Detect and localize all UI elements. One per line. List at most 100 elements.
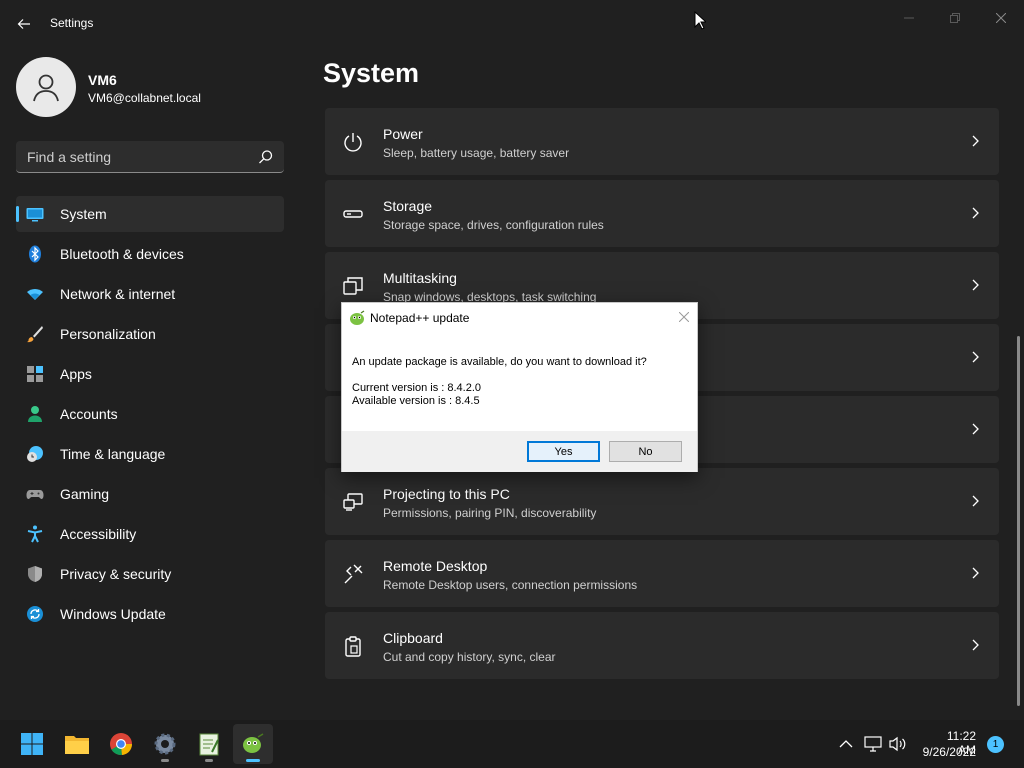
multitasking-icon xyxy=(343,277,363,295)
bluetooth-icon xyxy=(29,245,41,263)
back-arrow-icon xyxy=(17,19,30,29)
profile-name: VM6 xyxy=(88,72,117,88)
network-tray-button[interactable] xyxy=(863,734,883,754)
card-projecting[interactable]: Projecting to this PC Permissions, pairi… xyxy=(325,468,999,535)
title-bar: Settings xyxy=(0,0,1024,48)
power-icon xyxy=(344,133,362,152)
search-icon[interactable] xyxy=(258,149,274,165)
sidebar-item-apps[interactable]: Apps xyxy=(16,356,284,392)
card-remote-desktop[interactable]: Remote Desktop Remote Desktop users, con… xyxy=(325,540,999,607)
sidebar-item-label: System xyxy=(60,206,107,222)
notepad-plus-plus-icon xyxy=(350,310,365,325)
search-input[interactable] xyxy=(16,141,246,172)
close-icon xyxy=(679,312,689,322)
file-explorer-icon xyxy=(65,736,89,754)
sidebar-item-accounts[interactable]: Accounts xyxy=(16,396,284,432)
dialog-message: An update package is available, do you w… xyxy=(352,356,647,368)
sidebar-item-bluetooth[interactable]: Bluetooth & devices xyxy=(16,236,284,272)
back-button[interactable] xyxy=(12,12,36,36)
card-subtitle: Remote Desktop users, connection permiss… xyxy=(383,578,638,592)
sidebar-item-label: Windows Update xyxy=(60,606,166,622)
card-subtitle: Storage space, drives, configuration rul… xyxy=(383,218,604,232)
monitor-icon xyxy=(26,208,44,222)
sidebar-item-label: Gaming xyxy=(60,486,110,502)
taskbar-notepad-plus-plus[interactable] xyxy=(233,724,273,764)
chrome-icon xyxy=(110,733,133,756)
chevron-right-icon xyxy=(972,135,979,147)
sidebar-item-personalization[interactable]: Personalization xyxy=(16,316,284,352)
dialog-close-button[interactable] xyxy=(676,309,692,325)
notepad-icon xyxy=(199,733,219,756)
page-title: System xyxy=(323,58,420,88)
card-subtitle: Cut and copy history, sync, clear xyxy=(383,650,556,664)
mouse-cursor-icon xyxy=(694,11,706,30)
chevron-right-icon xyxy=(972,423,979,435)
show-hidden-icons-button[interactable] xyxy=(836,734,856,754)
chevron-right-icon xyxy=(972,351,979,363)
dialog-footer: Yes No xyxy=(342,431,697,472)
card-title: Storage xyxy=(383,198,433,214)
update-dialog: Notepad++ update An update package is av… xyxy=(341,302,698,472)
notepad-plus-plus-icon xyxy=(243,733,264,753)
taskbar-settings[interactable] xyxy=(145,724,185,764)
card-subtitle: Sleep, battery usage, battery saver xyxy=(383,146,570,160)
user-icon xyxy=(33,74,59,102)
avatar[interactable] xyxy=(16,57,76,117)
apps-icon xyxy=(27,366,43,382)
volume-icon xyxy=(889,736,906,752)
sidebar-item-time-language[interactable]: Time & language xyxy=(16,436,284,472)
card-power[interactable]: Power Sleep, battery usage, battery save… xyxy=(325,108,999,175)
settings-icon xyxy=(154,733,176,755)
yes-button[interactable]: Yes xyxy=(527,441,600,462)
remote-desktop-icon xyxy=(344,564,363,584)
active-indicator xyxy=(246,759,260,762)
sidebar-item-network[interactable]: Network & internet xyxy=(16,276,284,312)
scrollbar[interactable] xyxy=(1017,336,1020,706)
chevron-right-icon xyxy=(972,279,979,291)
start-button[interactable] xyxy=(12,724,52,764)
notification-badge[interactable]: 1 xyxy=(987,736,1004,753)
shield-icon xyxy=(28,566,42,582)
running-indicator xyxy=(161,759,169,762)
volume-tray-button[interactable] xyxy=(888,734,908,754)
sidebar-item-system[interactable]: System xyxy=(16,196,284,232)
no-button[interactable]: No xyxy=(609,441,682,462)
accessibility-icon xyxy=(27,525,43,543)
person-icon xyxy=(28,406,42,422)
search-box[interactable] xyxy=(16,141,284,173)
clock-date[interactable]: 9/26/2022 xyxy=(918,745,976,759)
current-version-text: Current version is : 8.4.2.0 xyxy=(352,382,482,394)
sidebar-item-gaming[interactable]: Gaming xyxy=(16,476,284,512)
taskbar-file-explorer[interactable] xyxy=(57,724,97,764)
sidebar-item-label: Privacy & security xyxy=(60,566,172,582)
taskbar-chrome[interactable] xyxy=(101,724,141,764)
sidebar-item-privacy[interactable]: Privacy & security xyxy=(16,556,284,592)
start-icon xyxy=(21,733,43,755)
chevron-up-icon xyxy=(839,740,853,748)
taskbar xyxy=(0,720,1024,768)
sidebar-item-label: Network & internet xyxy=(60,286,176,302)
storage-icon xyxy=(343,210,363,218)
wifi-icon xyxy=(27,289,43,300)
taskbar-notepad[interactable] xyxy=(189,724,229,764)
sidebar-item-windows-update[interactable]: Windows Update xyxy=(16,596,284,632)
card-title: Clipboard xyxy=(383,630,443,646)
minimize-button[interactable] xyxy=(886,4,932,32)
card-clipboard[interactable]: Clipboard Cut and copy history, sync, cl… xyxy=(325,612,999,679)
chevron-right-icon xyxy=(972,639,979,651)
sidebar-item-accessibility[interactable]: Accessibility xyxy=(16,516,284,552)
available-version-text: Available version is : 8.4.5 xyxy=(352,395,480,407)
sidebar-item-label: Bluetooth & devices xyxy=(60,246,184,262)
projecting-icon xyxy=(343,493,363,511)
window-title: Settings xyxy=(50,16,94,30)
card-storage[interactable]: Storage Storage space, drives, configura… xyxy=(325,180,999,247)
chevron-right-icon xyxy=(972,567,979,579)
close-button[interactable] xyxy=(978,4,1024,32)
restore-button[interactable] xyxy=(932,4,978,32)
network-icon xyxy=(864,736,882,752)
card-title: Multitasking xyxy=(383,270,457,286)
clipboard-icon xyxy=(345,636,361,657)
gamepad-icon xyxy=(26,490,44,499)
sidebar-item-label: Accessibility xyxy=(60,526,137,542)
sidebar-item-label: Accounts xyxy=(60,406,118,422)
